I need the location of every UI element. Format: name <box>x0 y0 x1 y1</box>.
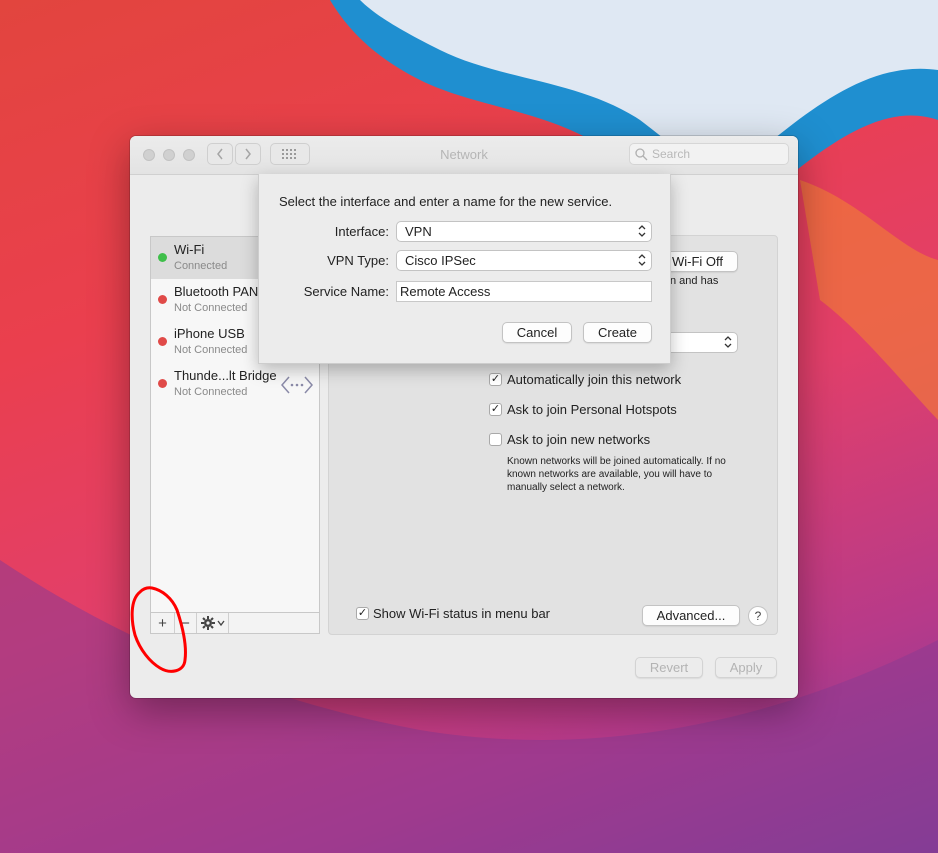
service-status: Not Connected <box>174 386 248 398</box>
service-status: Not Connected <box>174 344 248 356</box>
auto-join-checkbox[interactable]: ✓ <box>489 373 502 386</box>
bridge-arrows-icon <box>281 376 313 394</box>
interface-popup[interactable]: VPN <box>396 221 652 242</box>
service-status: Connected <box>174 260 228 272</box>
chevron-updown-icon <box>638 254 646 266</box>
vpn-type-popup[interactable]: Cisco IPSec <box>396 250 652 271</box>
chevron-updown-icon <box>638 225 646 237</box>
service-name-label: Service Name: <box>303 284 389 299</box>
service-name: Thunde...lt Bridge <box>174 368 277 383</box>
show-wifi-status-label: Show Wi-Fi status in menu bar <box>373 606 551 621</box>
service-status: Not Connected <box>174 302 248 314</box>
revert-button[interactable]: Revert <box>635 657 703 678</box>
new-service-sheet: Select the interface and enter a name fo… <box>258 174 671 364</box>
search-placeholder: Search <box>652 147 691 161</box>
cancel-button[interactable]: Cancel <box>502 322 572 343</box>
not-connected-status-icon <box>158 337 167 346</box>
advanced-button[interactable]: Advanced... <box>642 605 740 626</box>
ask-hotspots-label: Ask to join Personal Hotspots <box>507 402 677 417</box>
ask-new-networks-label: Ask to join new networks <box>507 432 651 447</box>
interface-value: VPN <box>405 224 432 239</box>
service-name-value: Remote Access <box>400 284 491 299</box>
join-networks-note: Known networks will be joined automatica… <box>507 456 726 493</box>
show-wifi-status-checkbox[interactable]: ✓ <box>356 607 369 620</box>
service-name: Bluetooth PAN <box>174 284 259 299</box>
gear-icon <box>200 616 225 630</box>
chevron-updown-icon <box>724 336 732 348</box>
help-button[interactable]: ? <box>748 606 768 626</box>
service-name: Wi-Fi <box>174 242 205 257</box>
service-item-thunderbolt-bridge[interactable]: Thunde...lt Bridge Not Connected <box>151 363 319 405</box>
connected-status-icon <box>158 253 167 262</box>
service-list-toolbar: + − <box>151 612 319 633</box>
wifi-status-text: n and has <box>670 275 719 287</box>
search-icon <box>635 148 648 161</box>
create-button[interactable]: Create <box>583 322 652 343</box>
not-connected-status-icon <box>158 379 167 388</box>
remove-service-button[interactable]: − <box>175 613 197 633</box>
ask-hotspots-checkbox[interactable]: ✓ <box>489 403 502 416</box>
service-name-field[interactable]: Remote Access <box>396 281 652 302</box>
add-service-button[interactable]: + <box>151 613 175 633</box>
sheet-prompt: Select the interface and enter a name fo… <box>279 194 613 209</box>
not-connected-status-icon <box>158 295 167 304</box>
auto-join-label: Automatically join this network <box>507 372 682 387</box>
action-menu-button[interactable] <box>197 613 229 633</box>
network-preferences-window: Network Search Wi-Fi Connected Bluetooth… <box>130 136 798 698</box>
vpn-type-value: Cisco IPSec <box>405 253 476 268</box>
title-bar: Network Search <box>130 136 798 175</box>
service-name: iPhone USB <box>174 326 245 341</box>
search-field[interactable]: Search <box>629 143 789 165</box>
apply-button[interactable]: Apply <box>715 657 777 678</box>
ask-new-networks-checkbox[interactable] <box>489 433 502 446</box>
interface-label: Interface: <box>334 224 389 239</box>
vpn-type-label: VPN Type: <box>327 253 389 268</box>
